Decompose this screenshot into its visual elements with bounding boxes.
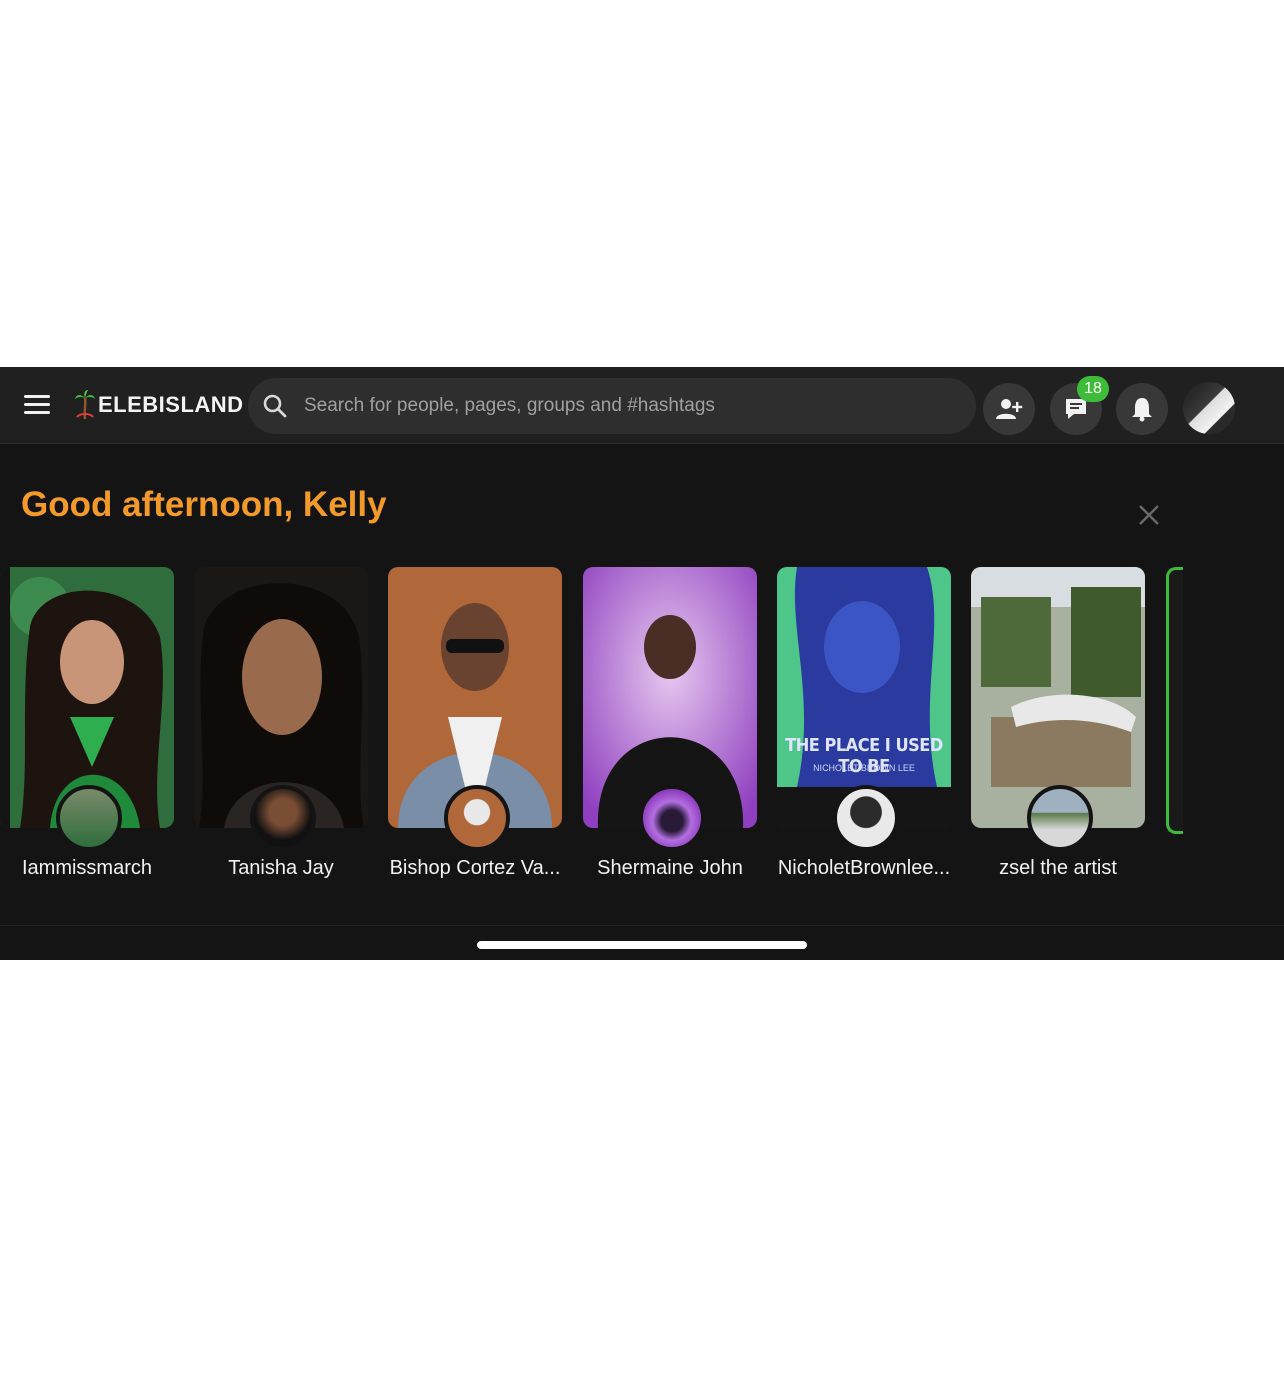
story-avatar[interactable] <box>833 785 899 851</box>
logo[interactable]: ELEBISLAND <box>74 389 244 421</box>
notifications-button[interactable] <box>1116 383 1168 435</box>
story-avatar[interactable] <box>56 785 122 851</box>
search-icon <box>263 394 287 418</box>
album-subtitle: NICHOLET BROWN LEE <box>813 763 915 773</box>
story-avatar[interactable] <box>444 785 510 851</box>
story-name[interactable]: NicholetBrownlee... <box>767 857 961 880</box>
divider <box>0 925 1284 926</box>
messages-badge: 18 <box>1077 376 1109 402</box>
greeting-title: Good afternoon, Kelly <box>21 485 387 524</box>
story-avatar[interactable] <box>250 785 316 851</box>
profile-avatar[interactable] <box>1183 382 1235 434</box>
story-avatar[interactable] <box>1027 785 1093 851</box>
story-name[interactable]: Iammissmarch <box>0 857 184 880</box>
story-name[interactable]: Bishop Cortez Va... <box>378 857 572 880</box>
add-friend-icon <box>996 399 1023 419</box>
search-bar[interactable] <box>248 378 976 434</box>
search-input[interactable] <box>302 394 946 418</box>
story-name[interactable]: Shermaine John <box>573 857 767 880</box>
logo-palm-icon <box>75 390 95 420</box>
story-name[interactable]: zsel the artist <box>961 857 1155 880</box>
top-bar: ELEBISLAND 18 <box>0 367 1284 444</box>
app-frame: ELEBISLAND 18 <box>0 367 1284 960</box>
menu-icon[interactable] <box>24 395 50 415</box>
bell-icon <box>1132 398 1152 422</box>
story-name[interactable]: Tanisha Jay <box>184 857 378 880</box>
close-icon[interactable] <box>1137 503 1161 527</box>
logo-text: ELEBISLAND <box>98 392 244 417</box>
home-indicator[interactable] <box>477 941 807 949</box>
add-friend-button[interactable] <box>983 383 1035 435</box>
story-card-next[interactable] <box>1166 567 1183 834</box>
story-avatar[interactable] <box>639 785 705 851</box>
